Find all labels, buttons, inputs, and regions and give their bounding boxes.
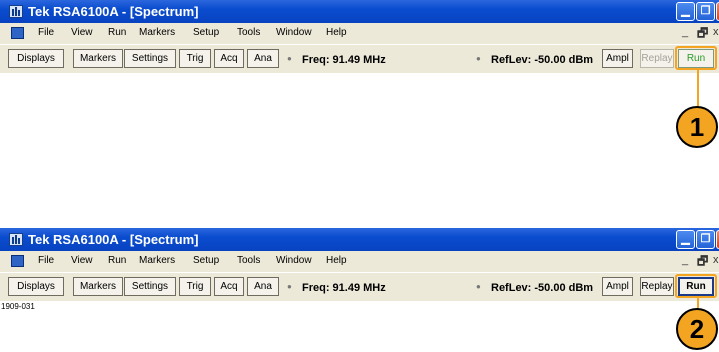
markers-button[interactable]: Markers — [73, 277, 123, 296]
menu-file[interactable]: File — [38, 27, 54, 38]
menu-window[interactable]: Window — [276, 27, 312, 38]
window-title: Tek RSA6100A - [Spectrum] — [28, 4, 199, 19]
menu-help[interactable]: Help — [326, 27, 347, 38]
ana-button[interactable]: Ana — [247, 277, 279, 296]
document-icon[interactable] — [11, 255, 24, 267]
figure-number: 1909-031 — [1, 302, 35, 311]
freq-control-icon: ● — [287, 54, 292, 63]
ana-button[interactable]: Ana — [247, 49, 279, 68]
markers-button[interactable]: Markers — [73, 49, 123, 68]
toolbar: Displays Markers Settings Trig Acq Ana ●… — [0, 44, 719, 73]
callout-1-badge: 1 — [676, 106, 718, 148]
mdi-restore-icon[interactable]: 🗗 — [697, 252, 708, 273]
mdi-minimize-icon[interactable]: _ — [682, 254, 688, 266]
replay-button[interactable]: Replay — [640, 49, 674, 68]
mdi-close-icon[interactable]: x — [713, 254, 719, 266]
settings-button[interactable]: Settings — [124, 277, 176, 296]
reflev-readout[interactable]: RefLev: -50.00 dBm — [491, 54, 593, 66]
menu-markers[interactable]: Markers — [139, 255, 175, 266]
ampl-button[interactable]: Ampl — [602, 277, 633, 296]
displays-button[interactable]: Displays — [8, 49, 64, 68]
document-icon[interactable] — [11, 27, 24, 39]
settings-button[interactable]: Settings — [124, 49, 176, 68]
menu-run[interactable]: Run — [108, 27, 126, 38]
title-bar: Tek RSA6100A - [Spectrum] ▁ ❐ — [0, 0, 719, 23]
menu-run[interactable]: Run — [108, 255, 126, 266]
reflev-control-icon: ● — [476, 282, 481, 291]
menu-markers[interactable]: Markers — [139, 27, 175, 38]
menu-setup[interactable]: Setup — [193, 27, 219, 38]
acq-button[interactable]: Acq — [214, 49, 244, 68]
minimize-button[interactable]: ▁ — [676, 230, 695, 249]
callout-1-leader — [697, 70, 699, 108]
run-button-highlight — [675, 46, 717, 70]
acq-button[interactable]: Acq — [214, 277, 244, 296]
menu-window[interactable]: Window — [276, 255, 312, 266]
freq-control-icon: ● — [287, 282, 292, 291]
title-bar: Tek RSA6100A - [Spectrum] ▁ ❐ — [0, 228, 719, 251]
menu-tools[interactable]: Tools — [237, 255, 260, 266]
maximize-button[interactable]: ❐ — [696, 2, 715, 21]
freq-readout[interactable]: Freq: 91.49 MHz — [302, 282, 386, 294]
mdi-minimize-icon[interactable]: _ — [682, 26, 688, 38]
tek-logo-icon — [9, 233, 23, 246]
mdi-restore-icon[interactable]: 🗗 — [697, 24, 708, 45]
menu-help[interactable]: Help — [326, 255, 347, 266]
window-title: Tek RSA6100A - [Spectrum] — [28, 232, 199, 247]
reflev-readout[interactable]: RefLev: -50.00 dBm — [491, 282, 593, 294]
trig-button[interactable]: Trig — [179, 49, 211, 68]
menu-bar: File View Run Markers Setup Tools Window… — [0, 251, 719, 272]
callout-2-badge: 2 — [676, 308, 718, 350]
menu-view[interactable]: View — [71, 255, 93, 266]
maximize-button[interactable]: ❐ — [696, 230, 715, 249]
menu-bar: File View Run Markers Setup Tools Window… — [0, 23, 719, 44]
menu-setup[interactable]: Setup — [193, 255, 219, 266]
trig-button[interactable]: Trig — [179, 277, 211, 296]
reflev-control-icon: ● — [476, 54, 481, 63]
freq-readout[interactable]: Freq: 91.49 MHz — [302, 54, 386, 66]
displays-button[interactable]: Displays — [8, 277, 64, 296]
menu-view[interactable]: View — [71, 27, 93, 38]
toolbar: Displays Markers Settings Trig Acq Ana ●… — [0, 272, 719, 301]
tek-logo-icon — [9, 5, 23, 18]
replay-button[interactable]: Replay — [640, 277, 674, 296]
menu-file[interactable]: File — [38, 255, 54, 266]
mdi-close-icon[interactable]: x — [713, 26, 719, 38]
run-button-highlight — [675, 274, 717, 298]
menu-tools[interactable]: Tools — [237, 27, 260, 38]
minimize-button[interactable]: ▁ — [676, 2, 695, 21]
ampl-button[interactable]: Ampl — [602, 49, 633, 68]
